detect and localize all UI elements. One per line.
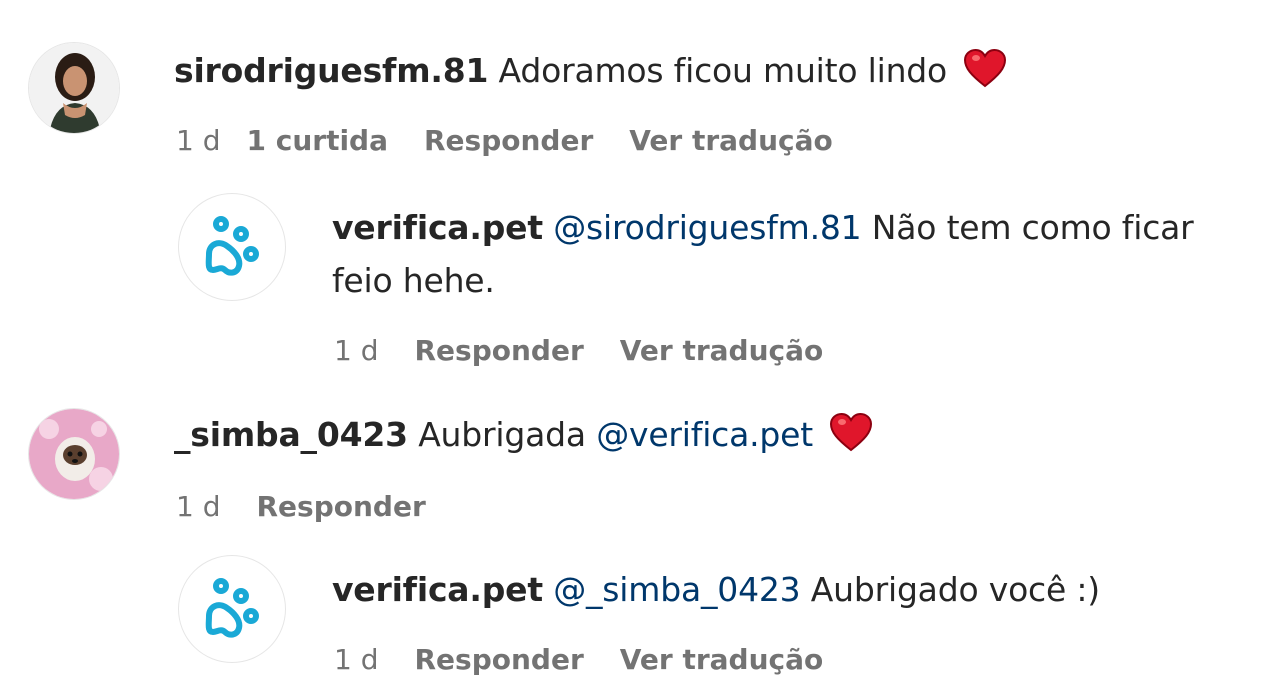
mention-link[interactable]: @_simba_0423: [553, 570, 800, 609]
comment-text: sirodriguesfm.81 Adoramos ficou muito li…: [174, 46, 1007, 96]
paw-icon: [205, 578, 259, 638]
avatar[interactable]: [178, 193, 286, 301]
reply-meta: 1 d Responder Ver tradução: [334, 331, 823, 371]
avatar[interactable]: [178, 555, 286, 663]
comment-username[interactable]: sirodriguesfm.81: [174, 51, 488, 90]
comment-text: _simba_0423 Aubrigada @verifica.pet: [174, 410, 873, 460]
user-photo: [29, 409, 119, 499]
reply-username[interactable]: verifica.pet: [332, 570, 543, 609]
reply-time: 1 d: [334, 334, 379, 367]
user-photo: [29, 43, 119, 133]
reply-username[interactable]: verifica.pet: [332, 208, 543, 247]
reply-body-line-1: Não tem como ficar: [871, 208, 1194, 247]
heart-icon: [964, 48, 1007, 88]
comment-meta: 1 d Responder: [176, 487, 426, 527]
reply-button[interactable]: Responder: [257, 487, 426, 527]
mention-link[interactable]: @verifica.pet: [596, 415, 813, 454]
comment-body: Aubrigada: [418, 415, 586, 454]
comment-time: 1 d: [176, 124, 221, 157]
reply-body-line-2: feio hehe.: [332, 261, 495, 300]
likes-count[interactable]: 1 curtida: [247, 121, 389, 161]
avatar[interactable]: [28, 408, 120, 500]
reply-body: Aubrigado você :): [810, 570, 1100, 609]
comment-username[interactable]: _simba_0423: [174, 415, 408, 454]
reply-button[interactable]: Responder: [424, 121, 593, 161]
comment-time: 1 d: [176, 490, 221, 523]
comment-meta: 1 d 1 curtida Responder Ver tradução: [176, 121, 833, 161]
reply-button[interactable]: Responder: [415, 640, 584, 680]
reply-text-line-1: verifica.pet @sirodriguesfm.81 Não tem c…: [332, 203, 1194, 253]
heart-icon: [830, 412, 873, 452]
avatar[interactable]: [28, 42, 120, 134]
translate-button[interactable]: Ver tradução: [620, 640, 823, 680]
reply-time: 1 d: [334, 643, 379, 676]
comment-body: Adoramos ficou muito lindo: [498, 51, 948, 90]
reply-meta: 1 d Responder Ver tradução: [334, 640, 823, 680]
paw-icon: [205, 216, 259, 276]
translate-button[interactable]: Ver tradução: [620, 331, 823, 371]
mention-link[interactable]: @sirodriguesfm.81: [553, 208, 861, 247]
translate-button[interactable]: Ver tradução: [629, 121, 832, 161]
reply-button[interactable]: Responder: [415, 331, 584, 371]
reply-text-line-2: feio hehe.: [332, 256, 495, 306]
reply-text: verifica.pet @_simba_0423 Aubrigado você…: [332, 565, 1100, 615]
